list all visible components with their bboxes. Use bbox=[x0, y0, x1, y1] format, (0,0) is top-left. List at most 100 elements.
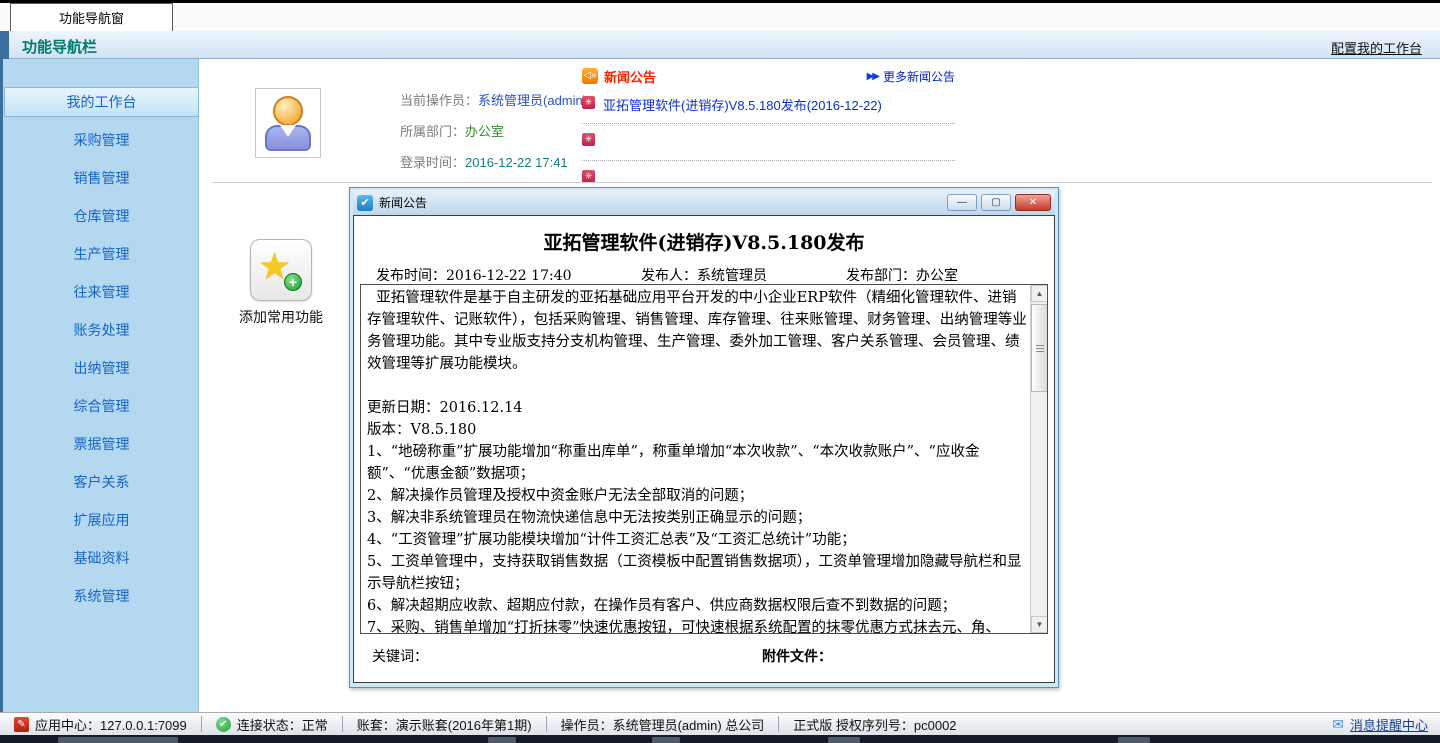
scrollbar-thumb[interactable] bbox=[1031, 304, 1048, 392]
plus-badge-icon: + bbox=[284, 273, 302, 291]
news-panel: ◁» 新闻公告 ▶▶ 更多新闻公告 ✳ 亚拓管理软件(进销存)V8.5.180发布… bbox=[582, 65, 955, 198]
double-arrow-icon: ▶▶ bbox=[867, 71, 878, 82]
divider bbox=[212, 182, 1432, 183]
window-controls: — ▢ ✕ bbox=[947, 194, 1055, 211]
minimize-button[interactable]: — bbox=[947, 194, 977, 211]
scroll-down-icon[interactable]: ▼ bbox=[1031, 616, 1048, 633]
article-body-line: 4、“工资管理”扩展功能模块增加“计件工资汇总表”及“工资汇总统计”功能； bbox=[367, 529, 1027, 551]
license-text: 正式版 授权序列号：pc0002 bbox=[793, 715, 956, 734]
announcement-icon: ✳ bbox=[582, 96, 595, 109]
avatar-head-icon bbox=[273, 96, 303, 126]
article-body-line: 版本：V8.5.180 bbox=[367, 419, 1027, 441]
header-bar: 功能导航栏 配置我的工作台 bbox=[0, 31, 1440, 59]
app-center-status: ✎ 应用中心：127.0.0.1:7099 bbox=[0, 715, 201, 734]
sidebar-item[interactable]: 销售管理 bbox=[4, 163, 199, 193]
app-center-text: 应用中心：127.0.0.1:7099 bbox=[35, 715, 187, 734]
header-accent-bar bbox=[0, 31, 9, 59]
taskbar-segment bbox=[488, 737, 516, 743]
article-body-line bbox=[367, 375, 1027, 397]
dialog-title: 新闻公告 bbox=[379, 194, 427, 211]
avatar bbox=[255, 88, 321, 158]
avatar-collar-icon bbox=[280, 125, 296, 137]
taskbar-segment bbox=[652, 737, 680, 743]
thumb-grip bbox=[1036, 345, 1044, 346]
scroll-up-icon[interactable]: ▲ bbox=[1031, 285, 1048, 302]
news-dialog: ✔ 新闻公告 — ▢ ✕ 亚拓管理软件(进销存)V8.5.180发布 发布时间：… bbox=[349, 187, 1059, 688]
dialog-titlebar[interactable]: ✔ 新闻公告 — ▢ ✕ bbox=[353, 190, 1055, 215]
operator-text: 操作员：系统管理员(admin) 总公司 bbox=[561, 715, 765, 734]
sidebar-item[interactable]: 生产管理 bbox=[4, 239, 199, 269]
restore-button[interactable]: ▢ bbox=[981, 194, 1011, 211]
article-body-box: 亚拓管理软件是基于自主研发的亚拓基础应用平台开发的中小企业ERP软件（精细化管理… bbox=[360, 284, 1048, 634]
account-set-text: 账套：演示账套(2016年第1期) bbox=[357, 715, 532, 734]
connection-text: 连接状态：正常 bbox=[237, 715, 328, 734]
dialog-content: 亚拓管理软件(进销存)V8.5.180发布 发布时间：2016-12-22 17… bbox=[353, 215, 1055, 683]
account-set-status: 账套：演示账套(2016年第1期) bbox=[343, 715, 546, 734]
taskbar-strip bbox=[0, 735, 1440, 743]
add-common-function-button[interactable]: ★ + bbox=[250, 239, 312, 301]
sidebar-item[interactable]: 客户关系 bbox=[4, 467, 199, 497]
login-time-label: 登录时间： bbox=[400, 155, 465, 170]
license-status: 正式版 授权序列号：pc0002 bbox=[779, 715, 970, 734]
tab-bar: 功能导航窗 bbox=[0, 3, 1440, 31]
sidebar-item[interactable]: 票据管理 bbox=[4, 429, 199, 459]
sidebar-item[interactable]: 账务处理 bbox=[4, 315, 199, 345]
publish-department: 发布部门：办公室 bbox=[846, 265, 958, 285]
add-common-function-label: 添加常用功能 bbox=[203, 307, 359, 327]
article-body-text: 亚拓管理软件是基于自主研发的亚拓基础应用平台开发的中小企业ERP软件（精细化管理… bbox=[361, 286, 1029, 633]
more-news-label: 更多新闻公告 bbox=[883, 68, 955, 85]
login-time-value: 2016-12-22 17:41 bbox=[465, 155, 568, 170]
main-content: 当前操作员：系统管理员(admin) 所属部门：办公室 登录时间：2016-12… bbox=[203, 59, 1440, 712]
article-body-line: 1、“地磅称重”扩展功能增加“称重出库单”，称重单增加“本次收款”、“本次收款账… bbox=[367, 441, 1027, 485]
red-app-icon: ✎ bbox=[14, 717, 29, 732]
speaker-icon: ◁» bbox=[582, 68, 598, 84]
user-info: 当前操作员：系统管理员(admin) 所属部门：办公室 登录时间：2016-12… bbox=[400, 85, 587, 178]
configure-workbench-link[interactable]: 配置我的工作台 bbox=[1331, 38, 1422, 57]
close-button[interactable]: ✕ bbox=[1015, 194, 1051, 211]
news-item[interactable]: ✳ bbox=[582, 124, 955, 161]
announcement-icon: ✳ bbox=[582, 133, 595, 146]
sidebar-item[interactable]: 基础资料 bbox=[4, 543, 199, 573]
sidebar-item[interactable]: 系统管理 bbox=[4, 581, 199, 611]
connection-status: ✔ 连接状态：正常 bbox=[202, 715, 342, 734]
taskbar-segment bbox=[1118, 737, 1150, 743]
article-body-line: 2、解决操作员管理及授权中资金账户无法全部取消的问题； bbox=[367, 485, 1027, 507]
body-area: 我的工作台采购管理销售管理仓库管理生产管理往来管理账务处理出纳管理综合管理票据管… bbox=[0, 59, 1440, 712]
app-window: 功能导航窗 功能导航栏 配置我的工作台 我的工作台采购管理销售管理仓库管理生产管… bbox=[0, 0, 1440, 743]
article-body-line: 更新日期：2016.12.14 bbox=[367, 397, 1027, 419]
news-header: ◁» 新闻公告 ▶▶ 更多新闻公告 bbox=[582, 65, 955, 87]
message-center-link[interactable]: ✉ 消息提醒中心 bbox=[1332, 715, 1440, 734]
login-time-row: 登录时间：2016-12-22 17:41 bbox=[400, 147, 587, 178]
message-center-label: 消息提醒中心 bbox=[1350, 715, 1428, 734]
article-body-line: 5、工资单管理中，支持获取销售数据（工资模板中配置销售数据项），工资单管理增加隐… bbox=[367, 551, 1027, 595]
article-body-line: 6、解决超期应收款、超期应付款，在操作员有客户、供应商数据权限后查不到数据的问题… bbox=[367, 595, 1027, 617]
green-check-icon: ✔ bbox=[216, 717, 231, 732]
operator-label: 当前操作员： bbox=[400, 93, 478, 108]
taskbar-segment bbox=[58, 737, 178, 743]
article-meta: 发布时间：2016-12-22 17:40 发布人：系统管理员 发布部门：办公室 bbox=[354, 265, 1054, 285]
more-news-link[interactable]: ▶▶ 更多新闻公告 bbox=[867, 68, 955, 85]
dialog-footer: 关键词： 附件文件： bbox=[354, 646, 1054, 670]
news-title: 新闻公告 bbox=[604, 67, 656, 86]
sidebar-item[interactable]: 综合管理 bbox=[4, 391, 199, 421]
news-item-text: 亚拓管理软件(进销存)V8.5.180发布(2016-12-22) bbox=[603, 95, 882, 114]
page-title: 功能导航栏 bbox=[22, 36, 97, 57]
sidebar-item[interactable]: 我的工作台 bbox=[4, 87, 199, 117]
sidebar-item[interactable]: 采购管理 bbox=[4, 125, 199, 155]
article-title: 亚拓管理软件(进销存)V8.5.180发布 bbox=[354, 228, 1054, 255]
department-row: 所属部门：办公室 bbox=[400, 116, 587, 147]
check-logo-icon: ✔ bbox=[357, 195, 373, 211]
sidebar-item[interactable]: 往来管理 bbox=[4, 277, 199, 307]
taskbar-segment bbox=[828, 737, 860, 743]
article-body-line: 7、采购、销售单增加“打折抹零”快速优惠按钮，可快速根据系统配置的抹零优惠方式抹… bbox=[367, 617, 1027, 633]
sidebar-item[interactable]: 仓库管理 bbox=[4, 201, 199, 231]
article-body-line: 亚拓管理软件是基于自主研发的亚拓基础应用平台开发的中小企业ERP软件（精细化管理… bbox=[367, 287, 1027, 375]
sidebar-item[interactable]: 出纳管理 bbox=[4, 353, 199, 383]
department-label: 所属部门： bbox=[400, 124, 465, 139]
status-bar: ✎ 应用中心：127.0.0.1:7099 ✔ 连接状态：正常 账套：演示账套(… bbox=[0, 712, 1440, 735]
envelope-icon: ✉ bbox=[1332, 716, 1344, 733]
scrollbar[interactable]: ▲ ▼ bbox=[1030, 285, 1047, 633]
news-item[interactable]: ✳ 亚拓管理软件(进销存)V8.5.180发布(2016-12-22) bbox=[582, 87, 955, 124]
tab-function-navigation[interactable]: 功能导航窗 bbox=[10, 3, 173, 31]
sidebar-item[interactable]: 扩展应用 bbox=[4, 505, 199, 535]
